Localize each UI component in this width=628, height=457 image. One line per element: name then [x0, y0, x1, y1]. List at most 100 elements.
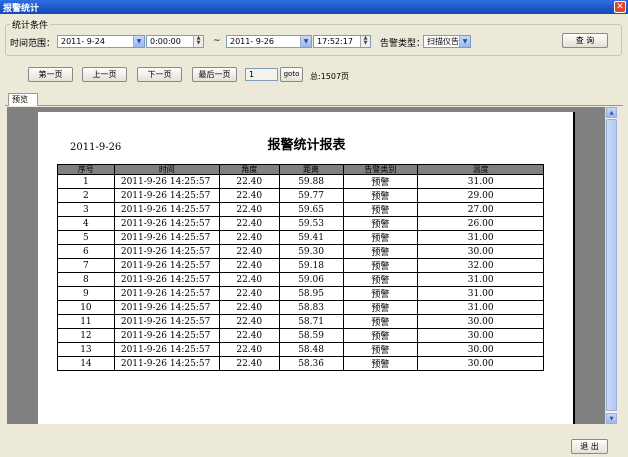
report-page: 2011-9-26 报警统计报表 序号 时间 角度 距离 告警类别 温度 1 2… [38, 112, 575, 424]
table-cell: 4 [57, 216, 115, 231]
table-cell: 29.00 [417, 188, 544, 203]
table-cell: 预警 [342, 216, 419, 231]
end-time-spinner[interactable]: 17:52:17 ▲ ▼ [313, 35, 371, 48]
table-cell: 22.40 [218, 188, 280, 203]
scroll-thumb[interactable] [606, 119, 617, 411]
table-cell: 2011-9-26 14:25:57 [113, 202, 220, 217]
next-page-button[interactable]: 下一页 [137, 67, 182, 82]
table-cell: 58.71 [278, 314, 344, 329]
time-range-label: 时间范围： [10, 39, 56, 49]
table-cell: 8 [57, 272, 115, 287]
table-cell: 13 [57, 342, 115, 357]
column-header: 序号 [57, 164, 115, 175]
alarm-type-value: 扫描仪告 [427, 37, 459, 46]
exit-button[interactable]: 退 出 [571, 439, 608, 454]
table-cell: 预警 [342, 174, 419, 189]
table-row: 10 2011-9-26 14:25:57 22.40 58.83 预警 31.00 [57, 300, 544, 315]
scroll-up-icon[interactable]: ▲ [606, 107, 617, 118]
chevron-down-icon[interactable]: ▼ [459, 36, 470, 47]
range-separator: ~ [213, 36, 221, 46]
table-cell: 58.59 [278, 328, 344, 343]
table-cell: 2 [57, 188, 115, 203]
alarm-type-select[interactable]: 扫描仪告 ▼ [423, 35, 471, 48]
table-cell: 预警 [342, 300, 419, 315]
table-cell: 2011-9-26 14:25:57 [113, 216, 220, 231]
table-cell: 10 [57, 300, 115, 315]
page-input[interactable]: 1 [245, 68, 278, 81]
table-row: 6 2011-9-26 14:25:57 22.40 59.30 预警 30.00 [57, 244, 544, 259]
table-cell: 预警 [342, 286, 419, 301]
table-cell: 22.40 [218, 258, 280, 273]
table-cell: 14 [57, 356, 115, 371]
table-cell: 预警 [342, 188, 419, 203]
table-cell: 22.40 [218, 174, 280, 189]
table-cell: 2011-9-26 14:25:57 [113, 328, 220, 343]
table-cell: 2011-9-26 14:25:57 [113, 314, 220, 329]
table-cell: 2011-9-26 14:25:57 [113, 230, 220, 245]
close-button[interactable]: ✕ [614, 1, 626, 13]
end-date-picker[interactable]: 2011- 9-26 ▼ [226, 35, 312, 48]
table-cell: 31.00 [417, 286, 544, 301]
table-cell: 7 [57, 258, 115, 273]
table-cell: 1 [57, 174, 115, 189]
table-cell: 59.18 [278, 258, 344, 273]
table-cell: 59.77 [278, 188, 344, 203]
table-cell: 59.53 [278, 216, 344, 231]
table-row: 8 2011-9-26 14:25:57 22.40 59.06 预警 31.00 [57, 272, 544, 287]
table-cell: 30.00 [417, 342, 544, 357]
table-row: 12 2011-9-26 14:25:57 22.40 58.59 预警 30.00 [57, 328, 544, 343]
table-cell: 5 [57, 230, 115, 245]
chevron-down-icon[interactable]: ▼ [300, 36, 311, 47]
table-cell: 58.83 [278, 300, 344, 315]
start-time-spinner[interactable]: 0:00:00 ▲ ▼ [146, 35, 204, 48]
scroll-down-icon[interactable]: ▼ [606, 413, 617, 424]
spin-updown-icon[interactable]: ▲ ▼ [360, 36, 370, 47]
table-cell: 22.40 [218, 328, 280, 343]
report-preview: 2011-9-26 报警统计报表 序号 时间 角度 距离 告警类别 温度 1 2… [7, 107, 605, 424]
spin-updown-icon[interactable]: ▲ ▼ [193, 36, 203, 47]
table-cell: 31.00 [417, 300, 544, 315]
start-date-picker[interactable]: 2011- 9-24 ▼ [57, 35, 145, 48]
table-cell: 预警 [342, 202, 419, 217]
goto-button[interactable]: goto [280, 67, 303, 82]
table-cell: 预警 [342, 272, 419, 287]
last-page-button[interactable]: 最后一页 [192, 67, 237, 82]
end-date-value: 2011- 9-26 [230, 37, 274, 46]
column-header: 告警类别 [342, 164, 419, 175]
first-page-button[interactable]: 第一页 [28, 67, 73, 82]
prev-page-button[interactable]: 上一页 [82, 67, 127, 82]
table-cell: 26.00 [417, 216, 544, 231]
table-cell: 59.30 [278, 244, 344, 259]
table-cell: 22.40 [218, 342, 280, 357]
table-cell: 22.40 [218, 272, 280, 287]
table-cell: 31.00 [417, 230, 544, 245]
table-cell: 30.00 [417, 244, 544, 259]
table-cell: 6 [57, 244, 115, 259]
table-cell: 58.48 [278, 342, 344, 357]
table-cell: 2011-9-26 14:25:57 [113, 300, 220, 315]
end-time-value: 17:52:17 [317, 37, 353, 46]
table-cell: 58.36 [278, 356, 344, 371]
table-row: 14 2011-9-26 14:25:57 22.40 58.36 预警 30.00 [57, 356, 544, 371]
vertical-scrollbar[interactable]: ▲ ▼ [605, 107, 617, 424]
title-bar: 报警统计 ✕ [0, 0, 628, 14]
table-cell: 22.40 [218, 356, 280, 371]
table-row: 2 2011-9-26 14:25:57 22.40 59.77 预警 29.00 [57, 188, 544, 203]
table-cell: 预警 [342, 342, 419, 357]
table-cell: 9 [57, 286, 115, 301]
table-cell: 31.00 [417, 174, 544, 189]
table-cell: 11 [57, 314, 115, 329]
table-cell: 2011-9-26 14:25:57 [113, 356, 220, 371]
table-cell: 22.40 [218, 216, 280, 231]
column-header: 时间 [113, 164, 220, 175]
chevron-down-icon[interactable]: ▼ [133, 36, 144, 47]
table-cell: 2011-9-26 14:25:57 [113, 174, 220, 189]
table-cell: 22.40 [218, 300, 280, 315]
table-cell: 32.00 [417, 258, 544, 273]
tab-preview[interactable]: 预览 [8, 93, 38, 106]
start-date-value: 2011- 9-24 [61, 37, 105, 46]
query-button[interactable]: 查 询 [562, 33, 608, 48]
table-cell: 2011-9-26 14:25:57 [113, 272, 220, 287]
alarm-type-label: 告警类型： [380, 39, 426, 49]
table-cell: 2011-9-26 14:25:57 [113, 188, 220, 203]
